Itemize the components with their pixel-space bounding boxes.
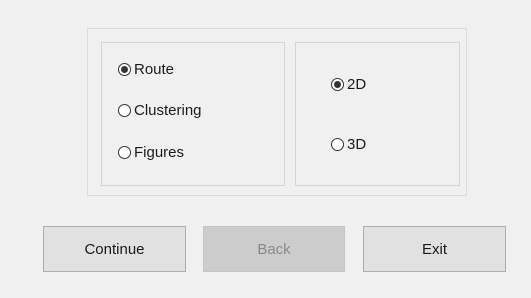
radio-2d-indicator[interactable]	[331, 78, 344, 91]
radio-3d-indicator[interactable]	[331, 138, 344, 151]
radio-route-label: Route	[134, 61, 175, 78]
radio-3d-label: 3D	[347, 136, 367, 153]
radio-selected-dot	[334, 81, 341, 88]
dimension-group	[295, 42, 460, 186]
back-button[interactable]: Back	[203, 226, 345, 272]
dialog-window: Route Clustering Figures 2D 3D Continue …	[0, 0, 531, 298]
radio-2d[interactable]: 2D	[331, 76, 366, 93]
radio-clustering[interactable]: Clustering	[118, 102, 202, 119]
radio-clustering-label: Clustering	[134, 102, 202, 119]
radio-2d-label: 2D	[347, 76, 367, 93]
radio-3d[interactable]: 3D	[331, 136, 366, 153]
radio-route-indicator[interactable]	[118, 63, 131, 76]
radio-clustering-indicator[interactable]	[118, 104, 131, 117]
continue-button[interactable]: Continue	[43, 226, 186, 272]
exit-button[interactable]: Exit	[363, 226, 506, 272]
radio-figures-label: Figures	[134, 144, 185, 161]
radio-figures[interactable]: Figures	[118, 144, 184, 161]
radio-route[interactable]: Route	[118, 61, 174, 78]
radio-selected-dot	[121, 66, 128, 73]
radio-figures-indicator[interactable]	[118, 146, 131, 159]
